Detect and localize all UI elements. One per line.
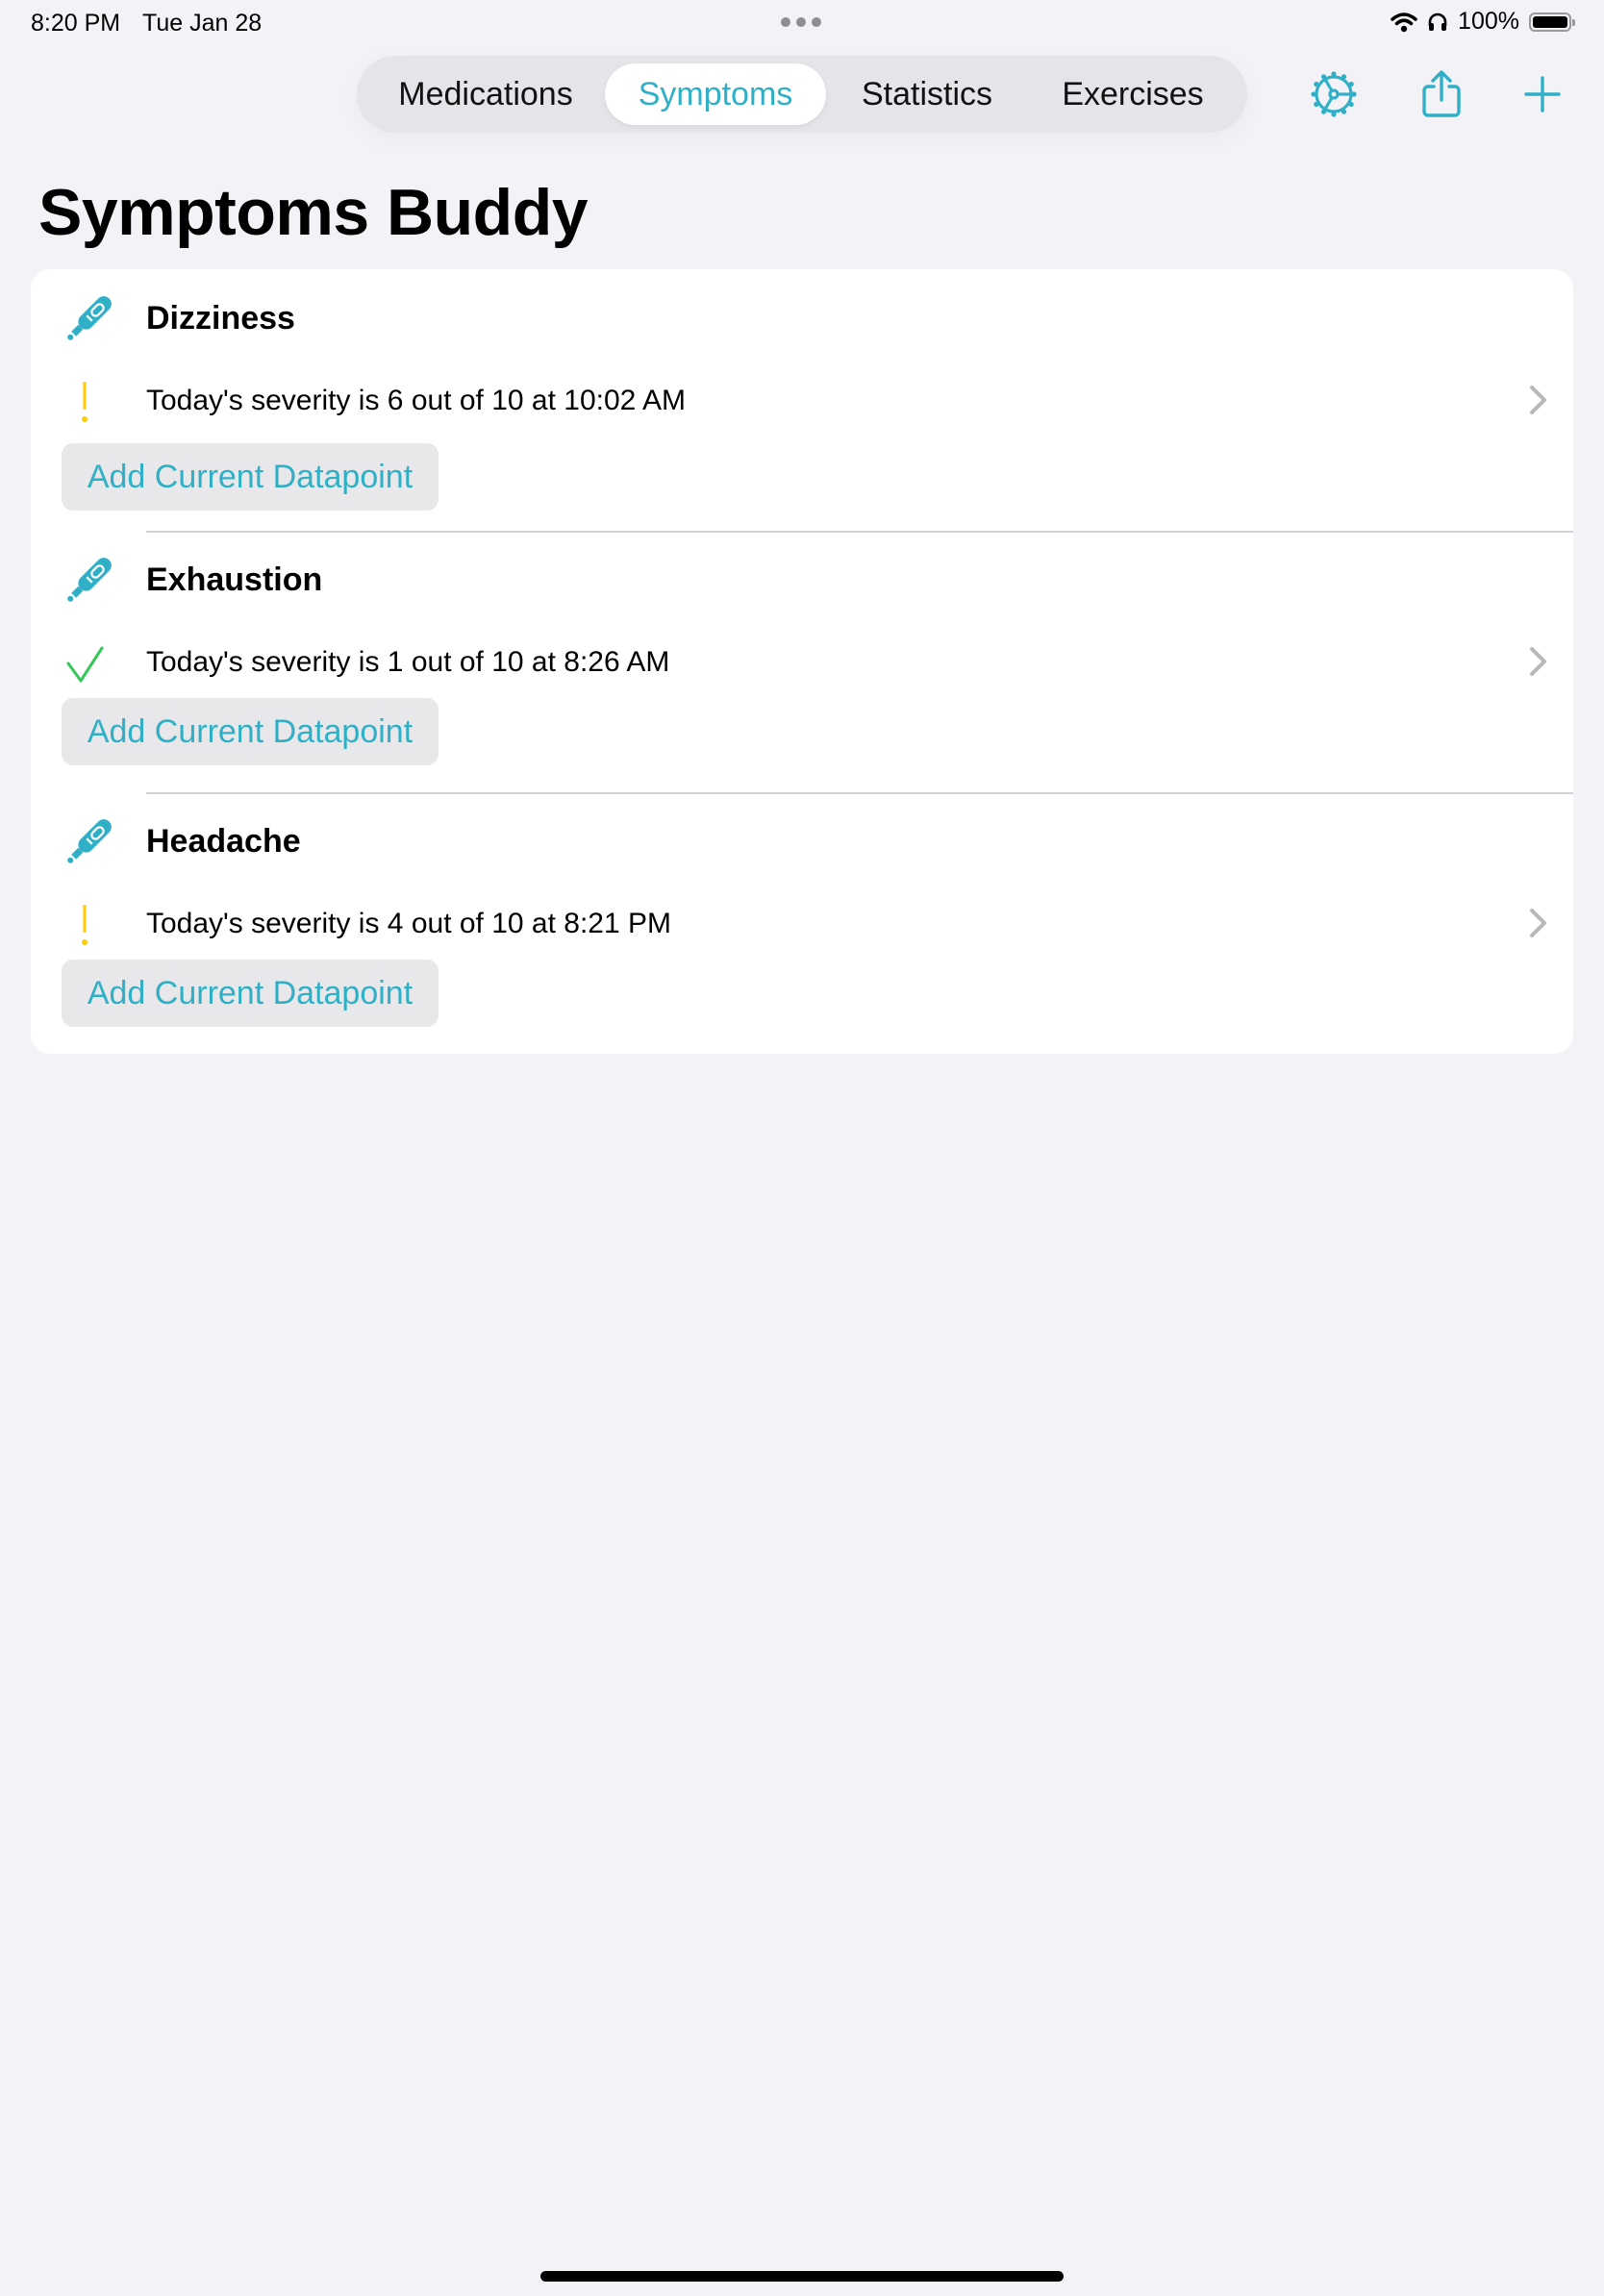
symptom-name: Headache	[146, 823, 301, 860]
status-time: 8:20 PM	[31, 10, 121, 37]
symptoms-list: Dizziness Today's severity is 6 out of 1…	[31, 269, 1573, 1054]
tab-label: Exercises	[1062, 75, 1204, 112]
add-button[interactable]	[1516, 67, 1569, 121]
status-date: Tue Jan 28	[142, 10, 263, 37]
headphones-icon	[1428, 12, 1447, 31]
symptom-name: Exhaustion	[146, 562, 323, 598]
battery-percent: 100%	[1458, 8, 1519, 35]
page-title: Symptoms Buddy	[38, 176, 589, 249]
tab-medications[interactable]: Medications	[366, 63, 605, 125]
add-current-datapoint-button[interactable]: Add Current Datapoint	[62, 443, 439, 511]
symptom-row-exhaustion[interactable]: Exhaustion Today's severity is 1 out of …	[31, 531, 1573, 792]
severity-summary: Today's severity is 1 out of 10 at 8:26 …	[146, 646, 670, 678]
chevron-right-icon[interactable]	[1527, 383, 1550, 417]
add-icon	[1524, 76, 1561, 112]
add-current-datapoint-button[interactable]: Add Current Datapoint	[62, 698, 439, 765]
battery-icon	[1529, 12, 1575, 32]
severity-summary: Today's severity is 6 out of 10 at 10:02…	[146, 385, 687, 416]
section-tabs: Medications Symptoms Statistics Exercise…	[357, 56, 1247, 133]
symptom-name: Dizziness	[146, 300, 295, 337]
settings-gear-icon	[1311, 71, 1357, 117]
exclamation-icon	[82, 382, 88, 422]
tab-exercises[interactable]: Exercises	[1028, 63, 1238, 125]
symptom-row-headache[interactable]: Headache Today's severity is 4 out of 10…	[31, 792, 1573, 1054]
thermometer-icon	[67, 296, 112, 340]
tab-symptoms[interactable]: Symptoms	[605, 63, 826, 125]
tab-label: Symptoms	[638, 75, 793, 112]
home-indicator[interactable]	[540, 2271, 1064, 2282]
severity-summary: Today's severity is 4 out of 10 at 8:21 …	[146, 908, 672, 939]
share-button[interactable]	[1415, 67, 1468, 121]
status-indicators: 100%	[1391, 8, 1575, 36]
settings-gear-button[interactable]	[1307, 67, 1361, 121]
thermometer-icon	[67, 819, 112, 863]
chevron-right-icon[interactable]	[1527, 644, 1550, 679]
checkmark-icon	[66, 646, 104, 683]
thermometer-icon	[67, 558, 112, 602]
tab-statistics[interactable]: Statistics	[826, 63, 1028, 125]
status-bar: 8:20 PM Tue Jan 28 100%	[0, 0, 1604, 44]
share-icon	[1422, 70, 1461, 117]
wifi-icon	[1391, 12, 1417, 32]
exclamation-icon	[82, 905, 88, 945]
chevron-right-icon[interactable]	[1527, 906, 1550, 940]
symptom-row-dizziness[interactable]: Dizziness Today's severity is 6 out of 1…	[31, 269, 1573, 531]
tab-label: Medications	[398, 75, 573, 112]
add-current-datapoint-button[interactable]: Add Current Datapoint	[62, 960, 439, 1027]
multitasking-menu-icon[interactable]	[781, 17, 821, 27]
tab-label: Statistics	[861, 75, 993, 112]
